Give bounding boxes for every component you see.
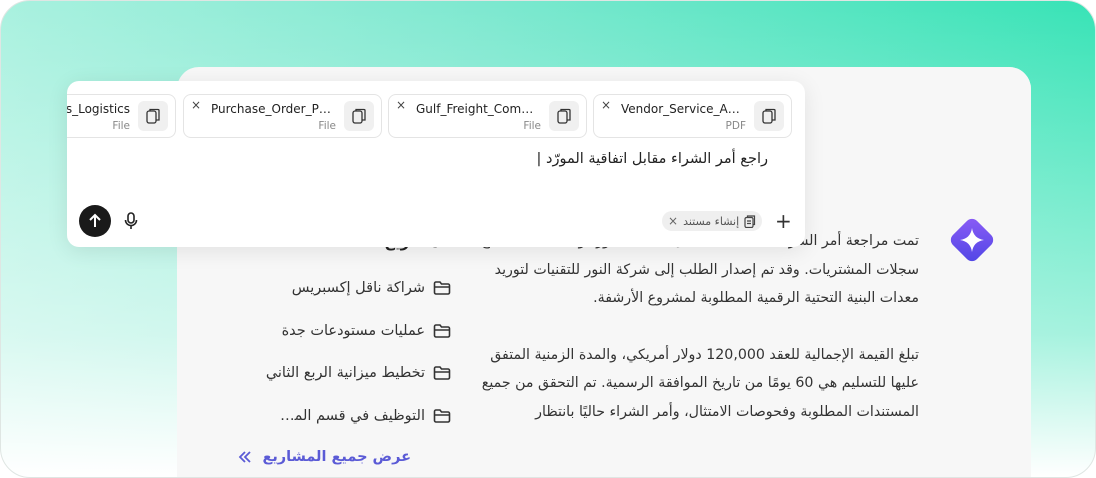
arrow-up-icon [89, 213, 101, 227]
file-icon [754, 101, 784, 131]
attachment-name: Vendor_Service_Agreement [621, 102, 746, 116]
view-all-label: عرض جميع المشاريع [262, 449, 411, 465]
folder-icon [433, 281, 451, 296]
file-icon [138, 101, 168, 131]
project-list: شراكة ناقل إكسبريس عمليات مستودعات جدة ت… [201, 267, 451, 437]
project-label: التوظيف في قسم الموارد البشرية [275, 407, 425, 424]
attachment-chip[interactable]: × Purchase_Order_PO-4471 File [183, 94, 382, 138]
view-all-projects-link[interactable]: عرض جميع المشاريع [235, 445, 411, 469]
file-icon [344, 101, 374, 131]
attachment-name: Express_Logistics [67, 102, 130, 116]
remove-tool-button[interactable]: × [668, 214, 678, 228]
hero-background: تمت مراجعة أمر الشراء PO-4471 مقابل اتفا… [0, 0, 1096, 478]
remove-attachment-button[interactable]: × [601, 98, 611, 112]
remove-attachment-button[interactable]: × [191, 98, 201, 112]
add-attachment-button[interactable]: + [775, 211, 792, 231]
attachment-type: File [112, 120, 130, 132]
attachment-type: File [318, 120, 336, 132]
document-icon [744, 214, 756, 228]
project-item[interactable]: عمليات مستودعات جدة [201, 310, 451, 353]
folder-icon [433, 408, 451, 423]
attachment-name: Gulf_Freight_Commercial [416, 102, 541, 116]
attachment-chip[interactable]: Express_Logistics File [67, 94, 176, 138]
project-label: تخطيط ميزانية الربع الثاني [265, 365, 425, 382]
assistant-message: تمت مراجعة أمر الشراء PO-4471 مقابل اتفا… [479, 227, 919, 455]
tool-pill-label: إنشاء مستند [683, 214, 740, 228]
prompt-input[interactable]: راجع أمر الشراء مقابل اتفاقية المورّد | [248, 151, 769, 167]
project-label: عمليات مستودعات جدة [281, 322, 425, 339]
assistant-paragraph: تبلغ القيمة الإجمالية للعقد 120,000 دولا… [481, 346, 919, 420]
attachment-type: PDF [725, 120, 746, 132]
attachment-type: File [523, 120, 541, 132]
send-button[interactable] [79, 205, 111, 237]
attachment-name: Purchase_Order_PO-4471 [211, 102, 336, 116]
remove-attachment-button[interactable]: × [396, 98, 406, 112]
project-item[interactable]: شراكة ناقل إكسبريس [201, 267, 451, 310]
project-item[interactable]: تخطيط ميزانية الربع الثاني [201, 352, 451, 395]
attachment-chip[interactable]: × Gulf_Freight_Commercial File [388, 94, 587, 138]
create-document-pill[interactable]: إنشاء مستند × [662, 211, 763, 231]
double-chevron-left-icon [239, 451, 252, 463]
project-item[interactable]: التوظيف في قسم الموارد البشرية [201, 395, 451, 438]
project-label: شراكة ناقل إكسبريس [291, 280, 425, 297]
sparkle-logo-icon [950, 218, 994, 262]
microphone-icon[interactable] [124, 212, 138, 230]
file-icon [549, 101, 579, 131]
folder-icon [433, 323, 451, 338]
prompt-composer: × Vendor_Service_Agreement PDF × Gulf_Fr… [67, 81, 805, 247]
attachment-chip[interactable]: × Vendor_Service_Agreement PDF [593, 94, 792, 138]
folder-icon [433, 366, 451, 381]
